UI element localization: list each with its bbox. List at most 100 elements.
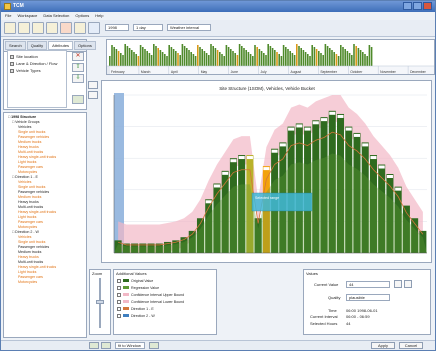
- chart-canvas[interactable]: Site Structure (1SOM), Vehicles, Vehicle…: [102, 81, 433, 264]
- time-label: Time: [328, 308, 337, 313]
- timeline-bar: [120, 53, 122, 66]
- legend-label: Confidence Interval Lower Bound: [131, 299, 185, 304]
- current-value-field[interactable]: 44: [346, 281, 390, 288]
- zoom-in-button[interactable]: [88, 81, 98, 89]
- timeline-bar: [269, 46, 272, 66]
- save-icon[interactable]: [18, 22, 30, 34]
- filter-icon[interactable]: [32, 22, 44, 34]
- timeline-bar: [238, 44, 241, 66]
- selected-hours-label: Selected Hours: [310, 321, 338, 326]
- timeline-bar: [353, 44, 355, 66]
- timeline-bar: [300, 48, 302, 66]
- timeline-bar: [150, 55, 153, 66]
- timeline-bar: [168, 45, 170, 66]
- mode-select[interactable]: Weather interval: [167, 24, 211, 31]
- previous-icon[interactable]: [101, 342, 111, 349]
- title-bar: TCM: [1, 1, 435, 12]
- timeline-bar: [245, 50, 247, 66]
- legend-checkbox[interactable]: [117, 285, 121, 290]
- timeline-bar: [364, 54, 366, 66]
- menu-bar: File Workspace Data Selection Options He…: [1, 12, 435, 20]
- timeline-bar: [225, 45, 228, 66]
- month-label: April: [171, 70, 178, 74]
- close-button[interactable]: [423, 2, 432, 10]
- menu-options[interactable]: Options: [75, 13, 89, 19]
- zoom-slider-handle[interactable]: [96, 300, 104, 304]
- menu-help[interactable]: Help: [95, 13, 103, 19]
- zoom-out-button[interactable]: [88, 91, 98, 99]
- timeline-bar: [311, 45, 313, 66]
- calendar-icon[interactable]: [88, 22, 100, 34]
- year-field[interactable]: 1998: [105, 24, 129, 31]
- legend-item[interactable]: Original Value: [117, 277, 184, 284]
- app-icon: [4, 3, 11, 10]
- tab-quality[interactable]: Quality: [26, 41, 48, 50]
- legend-item[interactable]: Regression Value: [117, 284, 184, 291]
- warning-icon[interactable]: [60, 22, 72, 34]
- timeline-bar: [192, 54, 195, 66]
- first-icon[interactable]: [89, 342, 99, 349]
- timeline-bar: [340, 45, 342, 66]
- timeline-bar: [298, 46, 300, 66]
- main-chart[interactable]: Site Structure (1SOM), Vehicles, Vehicle…: [101, 80, 432, 263]
- legend-item[interactable]: Direction 2 - W: [117, 312, 184, 319]
- legend-checkbox[interactable]: [117, 306, 121, 311]
- minimize-button[interactable]: [403, 2, 412, 10]
- timeline-bar: [368, 45, 371, 66]
- apply-button[interactable]: Apply: [371, 342, 395, 349]
- refresh-icon[interactable]: [46, 22, 58, 34]
- list-item[interactable]: Site location: [10, 53, 64, 60]
- down-arrow-icon[interactable]: ⇩: [72, 74, 84, 83]
- menu-data-selection[interactable]: Data Selection: [43, 13, 69, 19]
- timeline-bar: [287, 49, 289, 66]
- timeline-bar: [223, 56, 225, 66]
- month-label: August: [290, 70, 301, 74]
- reset-icon[interactable]: [404, 280, 412, 288]
- timeline-bar: [326, 46, 329, 66]
- window-title: TCM: [13, 3, 24, 9]
- legend-title: Additional Values: [116, 271, 147, 276]
- open-icon[interactable]: [4, 22, 16, 34]
- tab-search[interactable]: Search: [5, 41, 26, 50]
- legend-swatch: [123, 300, 129, 303]
- list-item[interactable]: Lane & Direction / Flow: [10, 60, 64, 67]
- timeline-bar: [276, 52, 278, 66]
- bottom-panel: Zoom Additional Values Original Value Reg…: [89, 267, 435, 339]
- legend-item[interactable]: Confidence Interval Lower Bound: [117, 298, 184, 305]
- timeline-bar: [142, 47, 144, 66]
- legend-swatch: [123, 293, 129, 296]
- legend-checkbox[interactable]: [117, 292, 121, 297]
- timeline-chart[interactable]: February March April May June July August Septe…: [107, 40, 435, 75]
- month-label: June: [231, 70, 238, 74]
- legend-checkbox[interactable]: [117, 299, 121, 304]
- tab-options[interactable]: Options: [74, 41, 96, 50]
- legend-checkbox[interactable]: [117, 313, 121, 318]
- timeline-bar: [280, 56, 283, 66]
- next-icon[interactable]: [149, 342, 159, 349]
- legend-item[interactable]: Confidence Interval Upper Bound: [117, 291, 184, 298]
- timeline-bar: [175, 51, 177, 66]
- timeline-bar: [139, 45, 142, 66]
- bar-value-label: [312, 121, 319, 125]
- zoom-select[interactable]: fit to Window: [115, 342, 145, 349]
- list-item[interactable]: Vehicle Types: [10, 67, 64, 74]
- edit-icon[interactable]: [394, 280, 402, 288]
- timeline-bar: [254, 45, 256, 66]
- legend-swatch: [123, 307, 129, 310]
- apply-icon[interactable]: [72, 95, 84, 104]
- remove-icon[interactable]: ✕: [72, 52, 84, 61]
- tree-item[interactable]: Motorcycles: [6, 280, 84, 285]
- cancel-button[interactable]: Cancel: [399, 342, 423, 349]
- interval-select[interactable]: 1 day: [133, 24, 163, 31]
- legend-checkbox[interactable]: [117, 278, 121, 283]
- up-arrow-icon[interactable]: ⇧: [72, 63, 84, 72]
- tab-attributes[interactable]: Attributes: [48, 41, 74, 50]
- menu-workspace[interactable]: Workspace: [17, 13, 37, 19]
- maximize-button[interactable]: [413, 2, 422, 10]
- timeline-bar: [234, 53, 236, 66]
- timeline-bar: [146, 51, 148, 66]
- legend-item[interactable]: Direction 1 - E: [117, 305, 184, 312]
- quality-field[interactable]: plausible: [346, 294, 390, 301]
- export-icon[interactable]: [74, 22, 86, 34]
- menu-file[interactable]: File: [5, 13, 11, 19]
